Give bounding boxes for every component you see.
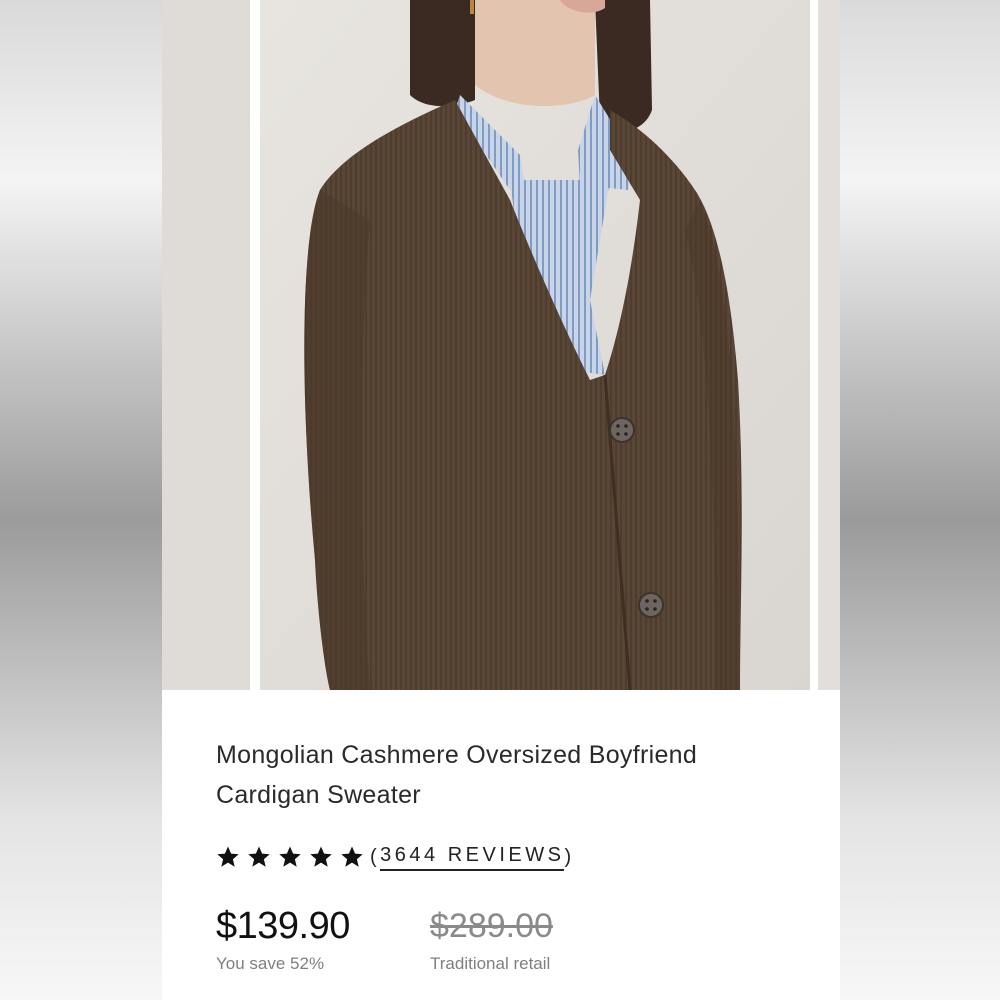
reviews-open-paren: ( — [370, 845, 381, 868]
traditional-price: $289.00 — [430, 907, 553, 945]
star-icon — [279, 846, 301, 867]
sale-price-block: $139.90 You save 52% — [216, 902, 430, 974]
savings-text: You save 52% — [216, 954, 325, 973]
star-icon — [248, 846, 270, 867]
main-product-image[interactable] — [260, 0, 810, 690]
cardigan-photo — [260, 0, 810, 690]
reviews-close-paren: ) — [564, 845, 575, 868]
star-rating — [216, 845, 364, 869]
star-icon — [310, 846, 332, 867]
rating-row: ( 3644 REVIEWS ) — [216, 842, 796, 872]
product-image-gallery[interactable] — [162, 0, 840, 690]
sale-price: $139.90 — [216, 905, 350, 947]
star-icon — [217, 846, 239, 867]
product-card: Mongolian Cashmere Oversized Boyfriend C… — [162, 0, 840, 1000]
blurred-background-right — [840, 0, 1000, 1000]
traditional-retail-label: Traditional retail — [430, 954, 551, 973]
retail-price-block: $289.00 Traditional retail — [430, 902, 644, 974]
blurred-background-left — [0, 0, 162, 1000]
product-title: Mongolian Cashmere Oversized Boyfriend C… — [216, 741, 698, 809]
product-info: Mongolian Cashmere Oversized Boyfriend C… — [216, 735, 796, 974]
star-icon — [341, 846, 363, 867]
reviews-link[interactable]: ( 3644 REVIEWS ) — [370, 844, 575, 871]
next-image-thumbnail[interactable] — [818, 0, 840, 690]
price-row: $139.90 You save 52% $289.00 Traditional… — [216, 902, 796, 974]
previous-image-thumbnail[interactable] — [162, 0, 250, 690]
reviews-count: 3644 REVIEWS — [380, 844, 565, 871]
